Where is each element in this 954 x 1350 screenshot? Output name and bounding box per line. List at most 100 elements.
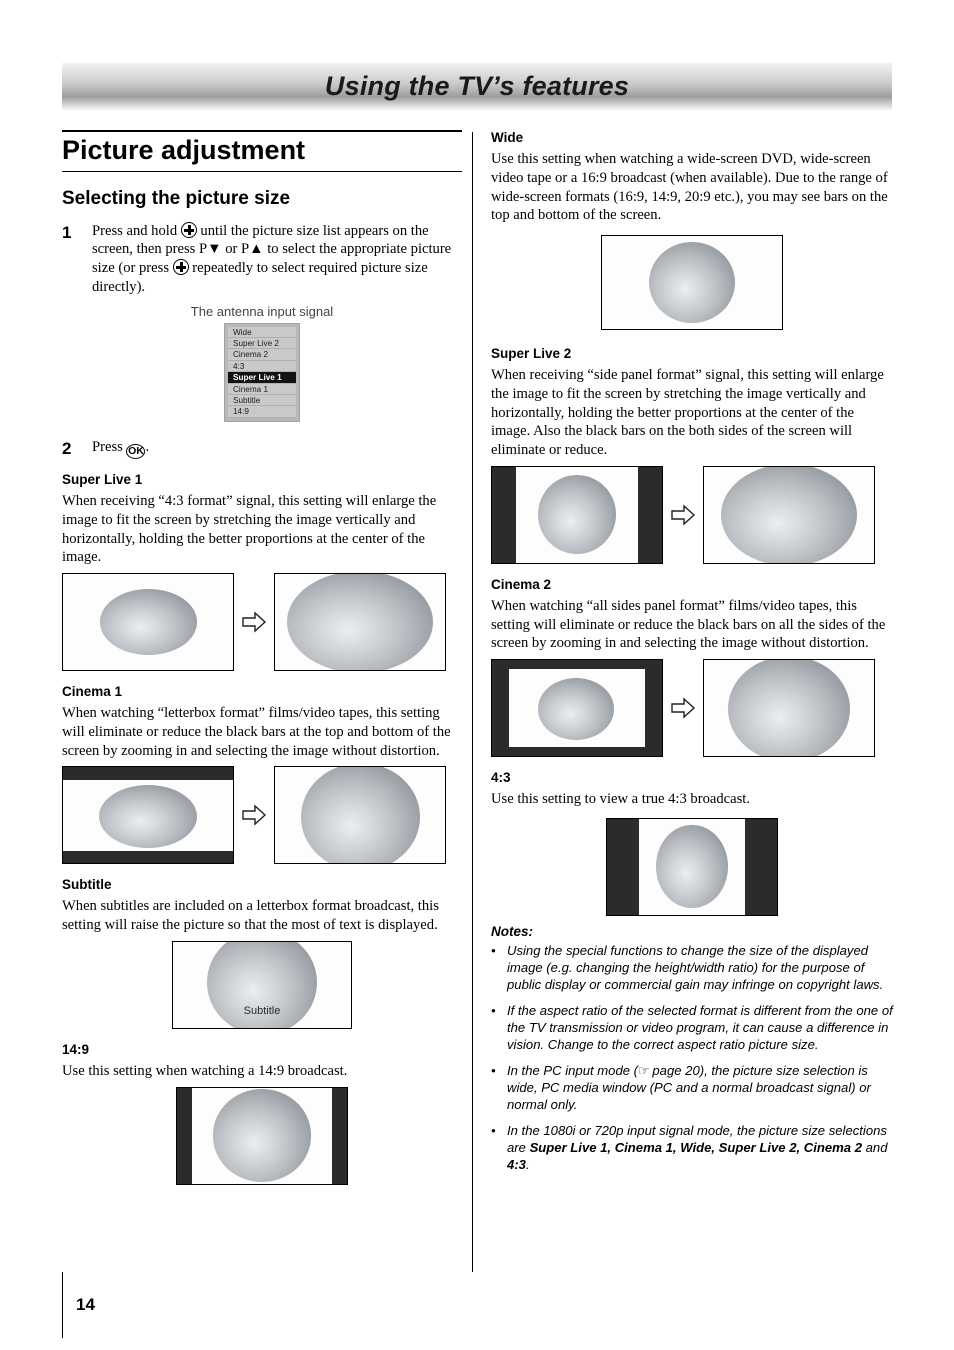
- picture-size-menu[interactable]: Wide Super Live 2 Cinema 2 4:3 Super Liv…: [224, 322, 300, 422]
- picture-size-key-icon: [172, 259, 189, 276]
- letterbox-bar-bottom: [63, 850, 233, 864]
- step-1-text-part-1: Press and hold: [92, 222, 181, 239]
- test-ellipse: [212, 1089, 312, 1182]
- note-item: • In the 1080i or 720p input signal mode…: [491, 1122, 893, 1173]
- menu-item-super-live-2[interactable]: Super Live 2: [228, 338, 296, 350]
- ok-key-icon: OK: [126, 443, 146, 459]
- sidepanel-bar-right: [638, 466, 662, 563]
- subsection-title: Selecting the picture size: [62, 187, 291, 209]
- step-1: 1 Press and hold until the picture size …: [62, 221, 462, 297]
- note-text-part-b: .: [525, 1156, 530, 1172]
- note-bold-last: 4:3: [507, 1156, 526, 1172]
- heading-wide: Wide: [491, 130, 524, 145]
- figure-super-live-1: [62, 573, 462, 672]
- body-cinema-1: When watching “letterbox format” films/v…: [62, 705, 451, 759]
- figure-14-9: [62, 1086, 462, 1185]
- test-ellipse: [286, 574, 434, 671]
- running-head-title: Using the TV’s features: [324, 71, 630, 101]
- figure-subtitle: Subtitle: [62, 940, 462, 1029]
- notes-heading: Notes:: [491, 923, 534, 939]
- body-14-9: Use this setting when watching a 14:9 br…: [62, 1062, 348, 1079]
- menu-item-cinema-2[interactable]: Cinema 2: [228, 349, 296, 361]
- menu-item-subtitle[interactable]: Subtitle: [228, 395, 296, 407]
- menu-item-wide[interactable]: Wide: [228, 326, 296, 339]
- left-column: Picture adjustment Selecting the picture…: [62, 130, 462, 1185]
- body-super-live-1: When receiving “4:3 format” signal, this…: [62, 493, 437, 566]
- picture-size-key-icon: [180, 221, 197, 238]
- page-title: Picture adjustment: [62, 135, 306, 165]
- menu-item-cinema-1[interactable]: Cinema 1: [228, 383, 296, 396]
- pointing-hand-icon: ☞: [638, 1062, 650, 1078]
- body-subtitle: When subtitles are included on a letterb…: [62, 898, 439, 934]
- tv-4-3: [606, 817, 778, 916]
- test-ellipse: [656, 825, 728, 909]
- test-ellipse: [300, 767, 420, 864]
- body-4-3: Use this setting to view a true 4:3 broa…: [491, 791, 750, 807]
- note-text-mid: and: [862, 1139, 888, 1155]
- letterbox-bar-top: [63, 767, 233, 780]
- bullet-icon: •: [491, 1062, 496, 1078]
- section-rule-bottom: [62, 170, 462, 172]
- pillarbox-bar-right: [331, 1087, 347, 1184]
- heading-cinema-1: Cinema 1: [62, 684, 123, 700]
- test-ellipse: [100, 589, 198, 655]
- step-1-text: Press and hold until the picture size li…: [92, 221, 462, 297]
- tv-after-cinema-2: [703, 659, 875, 757]
- note-item: • If the aspect ratio of the selected fo…: [491, 1002, 893, 1053]
- figure-4-3: [491, 817, 893, 916]
- heading-14-9: 14:9: [62, 1041, 90, 1057]
- sidepanel-bar-left: [492, 466, 516, 563]
- test-ellipse: [98, 784, 198, 848]
- transform-arrow: [663, 503, 703, 527]
- menu-item-super-live-1-selected[interactable]: Super Live 1: [228, 372, 296, 384]
- body-super-live-2: When receiving “side panel format” signa…: [491, 367, 884, 458]
- note-text: In the 1080i or 720p input signal mode, …: [507, 1122, 893, 1173]
- step-2-number: 2: [62, 438, 72, 458]
- right-column: Wide Use this setting when watching a wi…: [491, 130, 893, 1182]
- heading-super-live-1: Super Live 1: [62, 472, 143, 488]
- bullet-icon: •: [491, 942, 496, 958]
- figure-cinema-1: [62, 766, 462, 865]
- note-bold-list: Super Live 1, Cinema 1, Wide, Super Live…: [529, 1139, 862, 1155]
- transform-arrow: [234, 610, 274, 634]
- test-ellipse: [648, 241, 736, 324]
- step-2-text-part-2: .: [145, 438, 150, 455]
- tv-after-super-live-1: [274, 573, 446, 672]
- section-rule-top: [62, 130, 462, 132]
- body-cinema-2: When watching “all sides panel format” f…: [491, 597, 886, 652]
- step-1-number: 1: [62, 222, 72, 242]
- page-number: 14: [76, 1295, 95, 1314]
- note-item: • In the PC input mode (☞ page 20), the …: [491, 1062, 893, 1113]
- heading-subtitle: Subtitle: [62, 877, 112, 893]
- transform-arrow: [663, 696, 703, 720]
- tv-14-9: [176, 1086, 348, 1185]
- column-divider: [472, 132, 473, 1272]
- note-text: If the aspect ratio of the selected form…: [507, 1002, 893, 1052]
- footer-rule: [62, 1272, 63, 1338]
- arrow-right-icon: [671, 504, 696, 526]
- note-text: In the PC input mode (☞ page 20), the pi…: [507, 1062, 893, 1113]
- menu-item-4-3[interactable]: 4:3: [228, 360, 296, 373]
- pillarbox-bar-left: [607, 818, 640, 915]
- running-head-banner: Using the TV’s features: [62, 63, 892, 110]
- arrow-right-icon: [242, 611, 267, 633]
- tv-after-cinema-1: [274, 766, 446, 865]
- note-text-part-a: In the PC input mode (: [507, 1062, 639, 1078]
- step-2: 2 Press OK.: [62, 438, 462, 459]
- menu-item-14-9[interactable]: 14:9: [228, 406, 296, 418]
- body-wide: Use this setting when watching a wide-sc…: [491, 151, 888, 224]
- figure-cinema-2: [491, 659, 893, 757]
- figure-super-live-2: [491, 465, 893, 564]
- bullet-icon: •: [491, 1122, 496, 1138]
- subtitle-overlay-text: Subtitle: [243, 1004, 281, 1017]
- tv-wide: [601, 235, 783, 330]
- heading-4-3: 4:3: [491, 770, 511, 785]
- note-text: Using the special functions to change th…: [507, 942, 884, 992]
- step-2-text-part-1: Press: [92, 438, 127, 455]
- tv-before-super-live-2: [491, 465, 663, 564]
- step-2-text: Press OK.: [92, 438, 462, 459]
- test-ellipse: [727, 660, 851, 756]
- tv-before-super-live-1: [62, 573, 234, 672]
- tv-before-cinema-2: [491, 659, 663, 757]
- tv-subtitle: Subtitle: [172, 940, 352, 1029]
